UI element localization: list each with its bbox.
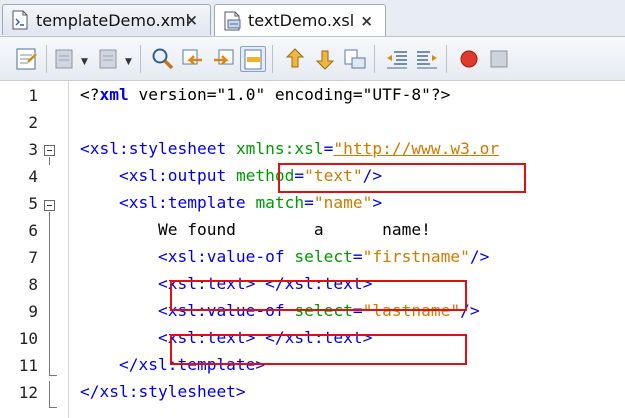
fold-stylesheet-icon[interactable] [44,145,55,156]
highlight-box-method [278,163,526,193]
code-token: = [352,247,363,266]
code-editor[interactable]: 1 <?xml version="1.0" encoding="UTF-8"?> 2… [0,81,625,418]
code-token: version="1.0" encoding="UTF-8"?> [128,85,451,104]
tab-label: templateDemo.xml [36,10,191,30]
code-line[interactable]: <?xml version="1.0" encoding="UTF-8"?> [80,85,450,104]
line-number: 1 [28,86,38,105]
toolbar-separator [140,45,141,73]
line-number: 10 [18,329,38,348]
next-bookmark-icon[interactable] [312,46,338,72]
editor-tab-bar: templateDemo.xml × textDemo.xsl × [0,0,625,37]
line-number: 9 [28,302,38,321]
code-token: /> [469,247,490,266]
back-icon[interactable] [52,46,78,72]
gutter-divider [68,81,69,418]
fold-guide [49,381,50,407]
shift-right-icon[interactable] [414,46,440,72]
editor-toolbar: ▼ ▼ [0,37,625,81]
code-token: <xsl:stylesheet [80,139,236,158]
line-number: 5 [28,194,38,213]
code-line[interactable]: We found a name! [80,220,431,239]
code-token: <xsl:output [80,166,236,185]
forward-icon[interactable] [96,46,122,72]
highlight-box-text-1 [170,280,467,311]
code-token: = [323,139,334,158]
xsl-file-icon [223,11,241,31]
toolbar-separator [446,45,447,73]
last-edit-icon[interactable] [14,46,40,72]
line-number: 3 [28,140,38,159]
code-line[interactable]: <xsl:value-of select="firstname"/> [80,247,489,266]
line-number: 12 [18,383,38,402]
close-tab-icon[interactable]: × [185,11,198,29]
stop-macro-icon[interactable] [486,46,512,72]
tab-templatedemo-xml[interactable]: templateDemo.xml × [2,4,211,35]
code-line[interactable]: </xsl:stylesheet> [80,382,246,401]
tab-textdemo-xsl[interactable]: textDemo.xsl × [214,4,386,36]
toolbar-separator [272,45,273,73]
find-previous-icon[interactable] [180,46,206,72]
fold-template-icon[interactable] [44,200,55,211]
fold-guide [49,157,50,165]
fold-end-marker [49,375,57,376]
find-icon[interactable] [150,46,176,72]
code-token: match [255,193,305,212]
code-token: We found a name! [80,220,431,239]
code-token: select [294,247,353,266]
close-tab-icon[interactable]: × [360,12,373,30]
tab-label: textDemo.xsl [248,11,355,30]
code-line[interactable]: <xsl:stylesheet xmlns:xsl="http://www.w3… [80,139,499,158]
highlight-box-text-2 [170,334,467,365]
line-number: 7 [28,248,38,267]
line-number: 6 [28,221,38,240]
toggle-bookmark-icon[interactable] [342,46,368,72]
line-number: 11 [18,356,38,375]
code-token: <? [80,85,100,104]
fold-guide [49,212,50,375]
code-token: = [304,193,314,212]
line-number: 4 [28,167,38,186]
code-token: xmlns:xsl [235,139,324,158]
back-dropdown-icon[interactable]: ▼ [81,57,88,67]
code-token: xml [99,85,129,104]
xml-file-icon [11,10,29,30]
forward-dropdown-icon[interactable]: ▼ [125,57,132,67]
code-token: "http://www.w3.or [333,139,500,158]
code-token: <xsl:template [80,193,256,212]
code-token: <xsl:value-of [80,247,295,266]
code-token: "firstname" [362,247,470,266]
toggle-highlight-icon[interactable] [240,46,266,72]
code-token: > [372,193,383,212]
line-number: 8 [28,275,38,294]
toolbar-separator [374,45,375,73]
code-line[interactable]: <xsl:template match="name"> [80,193,382,212]
line-number: 2 [28,113,38,132]
shift-left-icon[interactable] [384,46,410,72]
code-token: </xsl:stylesheet> [80,382,246,401]
find-next-icon[interactable] [210,46,236,72]
previous-bookmark-icon[interactable] [282,46,308,72]
code-token: "name" [313,193,373,212]
toolbar-separator [46,45,47,73]
fold-end-marker [49,407,57,408]
start-macro-icon[interactable] [456,46,482,72]
